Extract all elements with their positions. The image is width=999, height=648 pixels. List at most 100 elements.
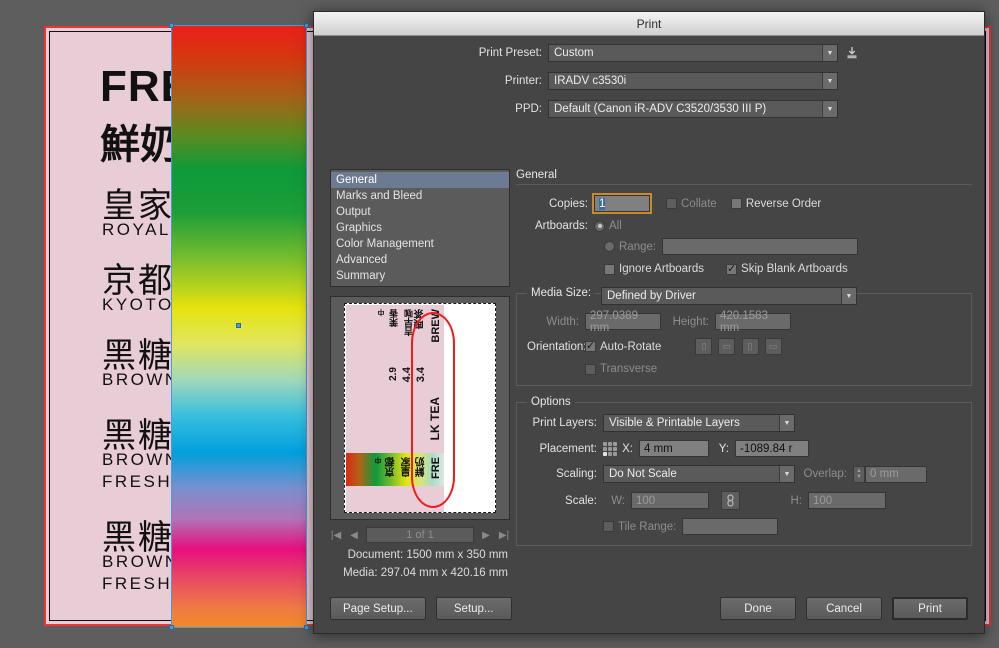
anchor-cell[interactable] [608, 451, 612, 456]
sidebar-item-advanced[interactable]: Advanced [331, 252, 509, 268]
chevron-down-icon[interactable]: ▼ [779, 466, 794, 482]
selection-center-point[interactable] [236, 323, 241, 328]
selection-handle-bottom-left[interactable] [169, 625, 174, 630]
anchor-cell[interactable] [608, 446, 612, 451]
reverse-order-label: Reverse Order [745, 197, 822, 210]
gradient-rectangle-selected[interactable] [169, 23, 309, 630]
anchor-cell[interactable] [603, 446, 607, 451]
checkbox-box[interactable] [603, 521, 614, 532]
ppd-select[interactable]: Default (Canon iR-ADV C3520/3530 III P) … [548, 100, 838, 118]
link-chain-icon[interactable] [721, 491, 740, 510]
sidebar-item-color-management[interactable]: Color Management [331, 236, 509, 252]
scale-label: Scale: [565, 494, 597, 507]
document-size-label: Document: [347, 549, 404, 561]
last-page-button[interactable]: ▶| [498, 530, 510, 541]
done-button[interactable]: Done [720, 597, 796, 620]
reverse-order-checkbox[interactable]: Reverse Order [730, 197, 822, 210]
media-size-select[interactable]: Defined by Driver ▼ [601, 287, 857, 305]
chevron-down-icon[interactable]: ▼ [779, 415, 794, 431]
scale-w-input[interactable]: 100 [631, 492, 709, 509]
chevron-down-icon[interactable]: ▼ [822, 45, 837, 61]
transverse-row: Transverse [527, 363, 961, 375]
print-preset-select[interactable]: Custom ▼ [548, 44, 838, 62]
stepper-down-icon[interactable]: ▼ [856, 474, 862, 480]
sidebar-item-marks-and-bleed[interactable]: Marks and Bleed [331, 188, 509, 204]
sidebar-item-graphics[interactable]: Graphics [331, 220, 509, 236]
scaling-select[interactable]: Do Not Scale ▼ [603, 465, 795, 483]
landscape-left-icon[interactable]: ▭ [764, 338, 782, 355]
next-page-button[interactable]: ▶ [480, 530, 492, 541]
checkbox-box[interactable] [666, 198, 677, 209]
preview-page-navigation[interactable]: |◀ ◀ 1 of 1 ▶ ▶| [330, 527, 510, 543]
orientation-buttons[interactable]: ▯ ▭ ▯ ▭ [695, 338, 784, 355]
dialog-title-bar[interactable]: Print [314, 12, 984, 36]
overlap-label: Overlap: [803, 468, 847, 480]
checkbox-box[interactable] [604, 263, 615, 275]
print-button[interactable]: Print [892, 597, 968, 620]
document-size-row: Document: 1500 mm x 350 mm [330, 549, 510, 561]
copies-label: Copies: [549, 197, 588, 210]
sidebar-item-output[interactable]: Output [331, 204, 509, 220]
checkbox-box[interactable] [585, 339, 596, 352]
sidebar-item-general[interactable]: General [331, 172, 509, 188]
cancel-button[interactable]: Cancel [806, 597, 882, 620]
print-preview[interactable]: BREW 喫茶 吉早咖 茉香 中 3.4 4.4 2.9 LK TEA FRE … [330, 296, 510, 520]
scale-h-input[interactable]: 100 [808, 492, 886, 509]
anchor-cell[interactable] [603, 441, 607, 446]
portrait-down-icon[interactable]: ▯ [741, 338, 759, 355]
page-number-field[interactable]: 1 of 1 [366, 527, 474, 543]
first-page-button[interactable]: |◀ [330, 530, 342, 541]
artboards-all-radio[interactable]: All [594, 220, 622, 232]
transverse-checkbox[interactable]: Transverse [585, 363, 657, 375]
placement-y-input[interactable]: -1089.84 r [735, 440, 809, 457]
page-setup-button[interactable]: Page Setup... [330, 597, 426, 620]
checkbox-box[interactable] [730, 198, 742, 209]
ignore-artboards-checkbox[interactable]: Ignore Artboards [604, 263, 704, 275]
chevron-down-icon[interactable]: ▼ [822, 101, 837, 117]
checkbox-box[interactable] [585, 363, 596, 375]
placement-x-value: 4 mm [644, 442, 673, 455]
dialog-footer: Page Setup... Setup... Done Cancel Print [330, 597, 968, 620]
setup-button[interactable]: Setup... [435, 597, 512, 620]
placement-label: Placement: [539, 442, 597, 455]
selection-handle-bottom-right[interactable] [304, 625, 309, 630]
overlap-input[interactable]: 0 mm [865, 465, 927, 483]
placement-x-input[interactable]: 4 mm [639, 440, 709, 457]
skip-blank-artboards-checkbox[interactable]: Skip Blank Artboards [726, 262, 848, 275]
collate-checkbox[interactable]: Collate [666, 198, 717, 210]
anchor-cell-selected[interactable] [603, 451, 607, 456]
artboards-range-row: Range: [516, 238, 972, 255]
portrait-up-icon[interactable]: ▯ [695, 338, 713, 355]
artboards-range-input[interactable] [662, 238, 859, 255]
width-input[interactable]: 297.0389 mm [585, 310, 661, 334]
selection-handle-top-left[interactable] [169, 23, 174, 28]
settings-nav-list[interactable]: General Marks and Bleed Output Graphics … [330, 169, 510, 287]
overlap-stepper[interactable]: ▲ ▼ [853, 465, 865, 483]
artboards-range-radio[interactable]: Range: [604, 241, 656, 253]
auto-rotate-checkbox[interactable]: Auto-Rotate [585, 339, 662, 353]
tile-range-checkbox[interactable]: Tile Range: [603, 521, 676, 533]
screen: FRE 鮮奶 皇家 ROYAL C 京都 KYOTO 黑糖 BROWN 黑糖 B… [0, 0, 999, 648]
scaling-label: Scaling: [556, 468, 597, 480]
scale-h-value: 100 [813, 494, 833, 507]
radio-button[interactable] [594, 220, 605, 232]
media-size-select-row: Defined by Driver ▼ [601, 287, 961, 305]
save-preset-icon[interactable] [844, 45, 860, 61]
sidebar-item-summary[interactable]: Summary [331, 268, 509, 284]
chevron-down-icon[interactable]: ▼ [841, 288, 856, 304]
anchor-cell[interactable] [608, 441, 612, 446]
radio-button[interactable] [604, 241, 615, 252]
copies-input[interactable]: 1 [592, 193, 652, 214]
landscape-right-icon[interactable]: ▭ [718, 338, 736, 355]
printer-select[interactable]: IRADV c3530i ▼ [548, 72, 838, 90]
height-input[interactable]: 420.1583 mm [715, 310, 791, 334]
chevron-down-icon[interactable]: ▼ [822, 73, 837, 89]
print-dialog[interactable]: Print Print Preset: Custom ▼ Printer: IR… [313, 11, 985, 634]
print-layers-select[interactable]: Visible & Printable Layers ▼ [603, 414, 795, 432]
placement-anchor-icon[interactable] [603, 441, 617, 456]
prev-page-button[interactable]: ◀ [348, 530, 360, 541]
selection-handle-top-right[interactable] [304, 23, 309, 28]
auto-rotate-label: Auto-Rotate [600, 340, 662, 353]
checkbox-box[interactable] [726, 262, 738, 275]
tile-range-input[interactable] [682, 518, 779, 535]
